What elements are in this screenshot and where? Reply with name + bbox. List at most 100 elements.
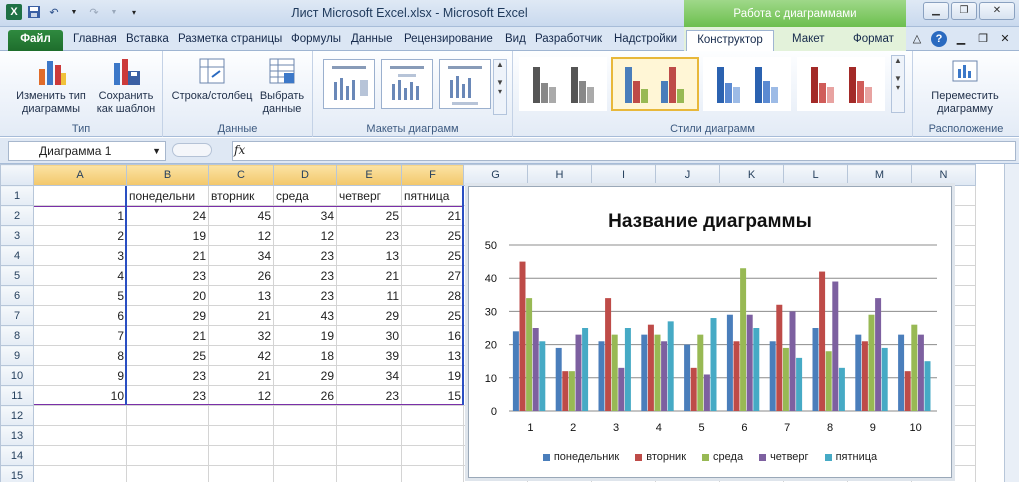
column-header-a[interactable]: A <box>33 164 127 186</box>
cell[interactable]: 23 <box>273 265 337 286</box>
cell[interactable] <box>273 465 337 482</box>
cell[interactable]: 4 <box>33 265 127 286</box>
cell[interactable]: 5 <box>33 285 127 306</box>
row-header[interactable]: 10 <box>0 365 34 386</box>
vertical-scrollbar[interactable] <box>1004 164 1019 482</box>
cell[interactable] <box>336 425 402 446</box>
cell[interactable]: 15 <box>401 385 464 406</box>
cell[interactable]: 34 <box>336 365 402 386</box>
column-header-m[interactable]: M <box>847 164 912 186</box>
row-header[interactable]: 4 <box>0 245 34 266</box>
chart-style-3[interactable] <box>703 57 791 111</box>
doc-minimize-icon[interactable]: ▁ <box>953 31 969 47</box>
row-header[interactable]: 1 <box>0 185 34 206</box>
cell[interactable]: 24 <box>126 205 209 226</box>
column-header-g[interactable]: G <box>463 164 528 186</box>
cell[interactable]: 25 <box>126 345 209 366</box>
row-header[interactable]: 12 <box>0 405 34 426</box>
cell[interactable]: 28 <box>401 285 464 306</box>
cell[interactable]: 11 <box>336 285 402 306</box>
cell[interactable] <box>336 405 402 426</box>
cell[interactable]: 23 <box>126 385 209 406</box>
chart-layout-2[interactable] <box>381 59 433 109</box>
row-header[interactable]: 8 <box>0 325 34 346</box>
cell[interactable] <box>33 425 127 446</box>
name-box-dropdown-icon[interactable]: ▼ <box>152 142 161 160</box>
cell[interactable]: 34 <box>208 245 274 266</box>
cell[interactable]: 42 <box>208 345 274 366</box>
tab-home[interactable]: Главная <box>69 30 121 51</box>
row-header[interactable]: 11 <box>0 385 34 406</box>
cell[interactable] <box>126 465 209 482</box>
insert-function-icon[interactable]: fx <box>234 143 245 157</box>
column-header-e[interactable]: E <box>336 164 402 186</box>
minimize-button[interactable]: ▁ <box>923 2 949 20</box>
column-header-b[interactable]: B <box>126 164 209 186</box>
name-box[interactable]: Диаграмма 1 ▼ <box>8 141 166 161</box>
cell[interactable]: 21 <box>126 245 209 266</box>
cell[interactable] <box>208 445 274 466</box>
styles-scroll[interactable]: ▲ ▼ ▾ <box>891 55 905 113</box>
row-header[interactable]: 9 <box>0 345 34 366</box>
tab-insert[interactable]: Вставка <box>122 30 173 51</box>
column-header-n[interactable]: N <box>911 164 976 186</box>
cell[interactable]: 29 <box>336 305 402 326</box>
cell[interactable]: 25 <box>336 205 402 226</box>
column-header-j[interactable]: J <box>655 164 720 186</box>
cell[interactable] <box>273 425 337 446</box>
row-header[interactable]: 14 <box>0 445 34 466</box>
cell[interactable]: 21 <box>208 305 274 326</box>
cell[interactable]: 8 <box>33 345 127 366</box>
restore-button[interactable]: ❐ <box>951 2 977 20</box>
row-header[interactable]: 2 <box>0 205 34 226</box>
cell[interactable]: 43 <box>273 305 337 326</box>
column-header-i[interactable]: I <box>591 164 656 186</box>
tab-review[interactable]: Рецензирование <box>400 30 497 51</box>
cell[interactable] <box>401 405 464 426</box>
cell[interactable]: 12 <box>208 225 274 246</box>
legend-item[interactable]: пятница <box>824 451 877 463</box>
layouts-scroll[interactable]: ▲ ▼ ▾ <box>493 59 507 115</box>
tab-data[interactable]: Данные <box>347 30 397 51</box>
cell[interactable]: 45 <box>208 205 274 226</box>
cell[interactable]: 25 <box>401 225 464 246</box>
cell[interactable]: 12 <box>273 225 337 246</box>
cell[interactable]: 26 <box>273 385 337 406</box>
column-header-c[interactable]: C <box>208 164 274 186</box>
tab-page-layout[interactable]: Разметка страницы <box>174 30 286 51</box>
cell[interactable]: 23 <box>126 365 209 386</box>
move-chart-button[interactable]: Переместить диаграмму <box>915 55 1015 116</box>
save-as-template-button[interactable]: Сохранить как шаблон <box>92 55 160 116</box>
customize-qat-icon[interactable]: ▾ <box>126 4 142 20</box>
cell[interactable] <box>273 445 337 466</box>
minimize-ribbon-icon[interactable]: △ <box>909 31 925 47</box>
chart-layout-3[interactable] <box>439 59 491 109</box>
redo-icon[interactable]: ↷ <box>86 4 102 20</box>
cell[interactable] <box>401 465 464 482</box>
cell[interactable]: 12 <box>208 385 274 406</box>
row-header[interactable]: 3 <box>0 225 34 246</box>
legend-item[interactable]: четверг <box>759 451 809 463</box>
select-all-corner[interactable] <box>0 164 34 186</box>
legend-item[interactable]: понедельник <box>542 451 619 463</box>
cell[interactable]: 39 <box>336 345 402 366</box>
chart-plot-area[interactable]: 0 10 20 30 40 50 1 2 3 4 5 6 7 8 9 10 <box>469 187 953 447</box>
switch-row-column-button[interactable]: Строка/столбец <box>168 55 256 103</box>
chart[interactable]: Название диаграммы 0 10 20 30 40 50 1 2 3 4 5 6 7 8 9 1… <box>468 186 952 478</box>
cell[interactable] <box>336 465 402 482</box>
cell[interactable]: вторник <box>208 185 274 206</box>
undo-dropdown-icon[interactable]: ▼ <box>66 4 82 20</box>
cell[interactable] <box>126 425 209 446</box>
cell[interactable]: 23 <box>273 245 337 266</box>
cell[interactable]: 21 <box>208 365 274 386</box>
cell[interactable]: 23 <box>126 265 209 286</box>
cell[interactable] <box>126 445 209 466</box>
cell[interactable]: среда <box>273 185 337 206</box>
change-chart-type-button[interactable]: Изменить тип диаграммы <box>10 55 92 116</box>
cell[interactable] <box>33 185 127 206</box>
tab-file[interactable]: Файл <box>8 30 63 51</box>
cell[interactable]: 10 <box>33 385 127 406</box>
row-header[interactable]: 13 <box>0 425 34 446</box>
column-header-k[interactable]: K <box>719 164 784 186</box>
cell[interactable] <box>401 445 464 466</box>
